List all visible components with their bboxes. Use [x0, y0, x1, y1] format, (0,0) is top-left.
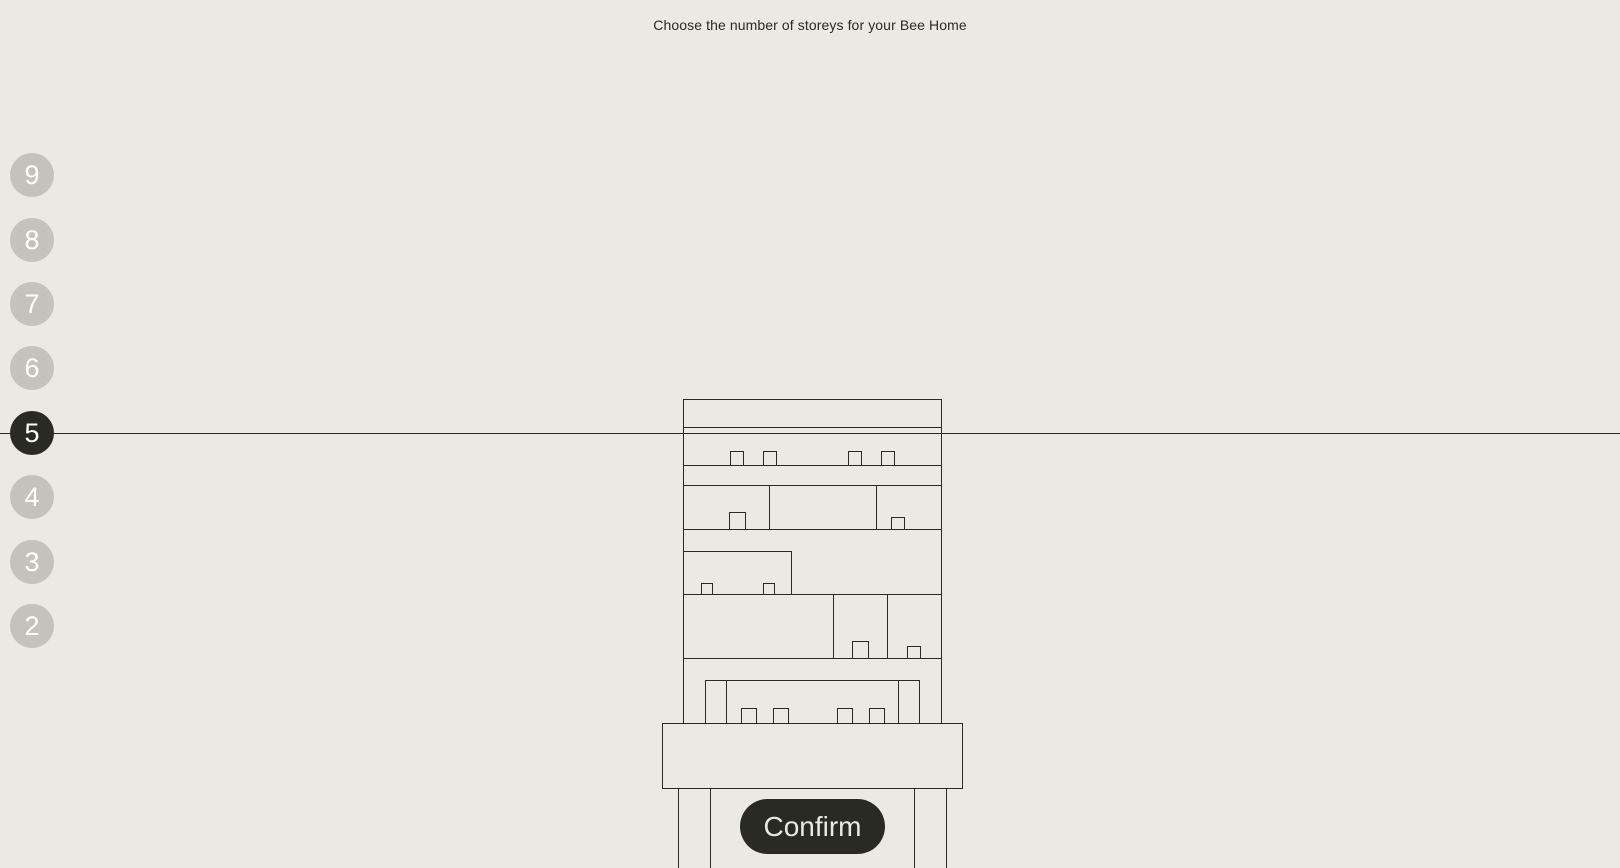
nest-chamber — [683, 551, 792, 595]
entry-hole — [869, 708, 885, 724]
roof-cap — [683, 399, 942, 428]
bee-home-illustration — [662, 399, 963, 868]
nest-chamber — [876, 485, 942, 530]
entry-hole — [730, 451, 744, 466]
storey-option-4[interactable]: 4 — [10, 475, 54, 519]
storey-3 — [683, 529, 942, 595]
storey-2 — [683, 594, 942, 659]
storey-1 — [683, 658, 942, 724]
entry-hole — [891, 517, 905, 530]
entry-hole — [701, 583, 713, 595]
storey-option-2[interactable]: 2 — [10, 604, 54, 648]
storey-5 — [683, 427, 942, 466]
nest-chamber — [683, 485, 770, 530]
storey-option-6[interactable]: 6 — [10, 346, 54, 390]
entry-hole — [729, 512, 746, 530]
base-plinth — [662, 723, 963, 789]
entry-hole — [881, 451, 895, 466]
storey-4 — [683, 465, 942, 530]
storey-option-3[interactable]: 3 — [10, 540, 54, 584]
storey-option-9[interactable]: 9 — [10, 153, 54, 197]
storey-option-5-selected[interactable]: 5 — [10, 411, 54, 455]
confirm-button[interactable]: Confirm — [740, 799, 885, 854]
entry-hole — [848, 451, 862, 466]
entry-hole — [773, 708, 789, 724]
entry-hole — [741, 708, 757, 724]
nest-chamber — [705, 680, 920, 724]
storey-option-7[interactable]: 7 — [10, 282, 54, 326]
entry-hole — [763, 583, 775, 595]
entry-hole — [852, 641, 869, 659]
entry-hole — [837, 708, 853, 724]
storey-option-8[interactable]: 8 — [10, 218, 54, 262]
entry-hole — [907, 646, 921, 659]
entry-hole — [763, 451, 777, 466]
